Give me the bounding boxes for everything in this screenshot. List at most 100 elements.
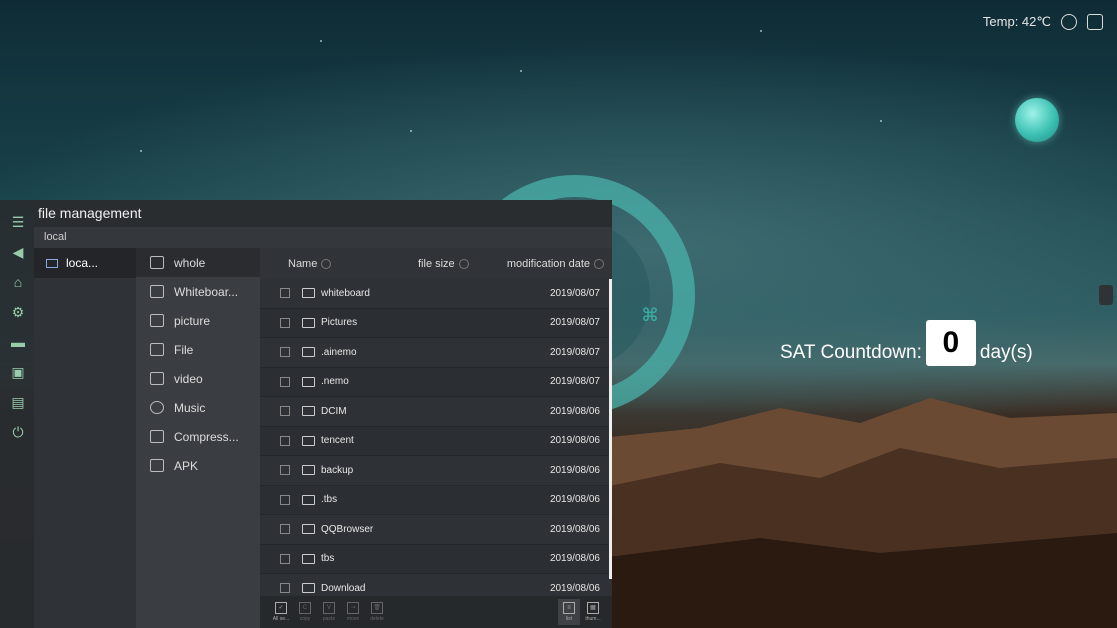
row-checkbox[interactable] [280,288,290,299]
category-file[interactable]: File [136,335,260,364]
folder-icon [302,494,315,505]
thumbnail-view-button[interactable]: ▦ thum... [582,599,604,625]
file-manager-window: file management local loca... whole Whit… [34,200,612,628]
wifi-icon [1061,14,1077,30]
file-name: backup [321,464,354,476]
status-bar: Temp: 42℃ [983,14,1103,30]
settings-icon[interactable]: ⚙ [10,304,26,320]
row-checkbox[interactable] [280,553,290,564]
category-video[interactable]: video [136,364,260,393]
category-label: Compress... [174,429,239,444]
select-all-button[interactable]: ✓ All se... [270,599,292,625]
row-checkbox[interactable] [280,406,290,417]
category-label: File [174,342,194,357]
storage-panel: loca... [34,248,136,628]
delete-button[interactable]: 🗑 delete [366,599,388,625]
scrollbar[interactable] [609,279,612,579]
folder-icon [302,583,315,594]
move-button[interactable]: ⇢ move [342,599,364,625]
list-view-button[interactable]: ≡ list [558,599,580,625]
category-panel: whole Whiteboar... picture File video Mu… [136,248,260,628]
category-label: APK [174,458,199,473]
category-label: video [174,371,203,386]
back-icon[interactable]: ◀ [10,244,26,260]
side-panel-toggle[interactable] [1099,285,1113,305]
category-whole[interactable]: whole [136,248,260,277]
paste-button[interactable]: Vpaste [318,599,340,625]
row-checkbox[interactable] [280,524,290,535]
category-label: whole [174,255,206,270]
whiteboard-icon [150,285,164,298]
folder-icon [302,553,315,564]
screenshot-icon[interactable]: ▣ [10,364,26,380]
row-checkbox[interactable] [280,317,290,328]
floating-ball-button[interactable] [1015,98,1059,142]
row-checkbox[interactable] [280,494,290,505]
copy-button[interactable]: Ccopy [294,599,316,625]
countdown-label: SAT Countdown: [780,342,922,363]
row-checkbox[interactable] [280,347,290,358]
table-row[interactable]: Pictures 2019/08/07 [260,309,612,338]
folder-icon[interactable]: ▬ [10,334,26,350]
table-row[interactable]: QQBrowser 2019/08/06 [260,515,612,545]
window-title: file management [34,200,612,227]
folder-icon [302,347,315,358]
sort-icon [594,258,604,269]
file-date: 2019/08/07 [549,376,600,388]
music-icon [150,401,164,414]
table-row[interactable]: DCIM 2019/08/06 [260,397,612,427]
left-toolbar: ☰ ◀ ⌂ ⚙ ▬ ▣ ▤ ⏻ [0,200,36,628]
category-picture[interactable]: picture [136,306,260,335]
action-toolbar: ✓ All se... Ccopy Vpaste ⇢ move 🗑 delete ≡ l… [260,596,612,628]
category-whiteboard[interactable]: Whiteboar... [136,277,260,306]
category-apk[interactable]: APK [136,451,260,480]
category-compress[interactable]: Compress... [136,422,260,451]
row-checkbox[interactable] [280,465,290,476]
file-date: 2019/08/07 [549,317,600,329]
file-name: Pictures [321,317,358,329]
folder-icon [302,406,315,417]
file-date: 2019/08/07 [549,346,600,358]
location-label: local [34,227,612,248]
table-row[interactable]: backup 2019/08/06 [260,456,612,486]
monitor-icon [1087,14,1103,30]
table-row[interactable]: tbs 2019/08/06 [260,545,612,574]
category-music[interactable]: Music [136,393,260,422]
whole-icon [150,256,164,269]
apk-icon [150,459,164,472]
folder-icon [302,288,315,299]
file-date: 2019/08/06 [549,582,600,594]
apps-icon[interactable]: ⌘ [641,305,659,325]
sort-icon [321,258,332,269]
file-name: tencent [321,435,354,447]
folder-icon [302,435,315,446]
file-name: DCIM [321,405,347,417]
temperature-label: Temp: 42℃ [982,14,1051,29]
file-date: 2019/08/07 [549,287,600,299]
column-date[interactable]: modification date [507,258,604,270]
storage-item-local[interactable]: loca... [34,248,136,278]
table-row[interactable]: whiteboard 2019/08/07 [260,279,612,309]
file-list: Name file size modification date whitebo… [260,248,612,628]
table-row[interactable]: .nemo 2019/08/07 [260,368,612,397]
file-icon [150,343,164,356]
row-checkbox[interactable] [280,376,290,387]
table-row[interactable]: tencent 2019/08/06 [260,427,612,456]
row-checkbox[interactable] [280,435,290,446]
column-name[interactable]: Name [288,258,418,270]
table-row[interactable]: .tbs 2019/08/06 [260,486,612,515]
power-icon[interactable]: ⏻ [10,424,26,440]
storage-label: loca... [66,256,99,270]
sort-icon [458,258,469,269]
column-size[interactable]: file size [418,258,488,270]
file-date: 2019/08/06 [549,435,600,447]
file-name: Download [321,582,366,594]
home-icon[interactable]: ⌂ [10,274,26,290]
table-row[interactable]: .ainemo 2019/08/07 [260,338,612,368]
category-label: Whiteboar... [174,284,239,299]
row-checkbox[interactable] [280,583,290,594]
file-name: QQBrowser [321,523,374,535]
keyboard-icon[interactable]: ▤ [10,394,26,410]
countdown-unit: day(s) [979,342,1033,363]
menu-icon[interactable]: ☰ [10,214,26,230]
